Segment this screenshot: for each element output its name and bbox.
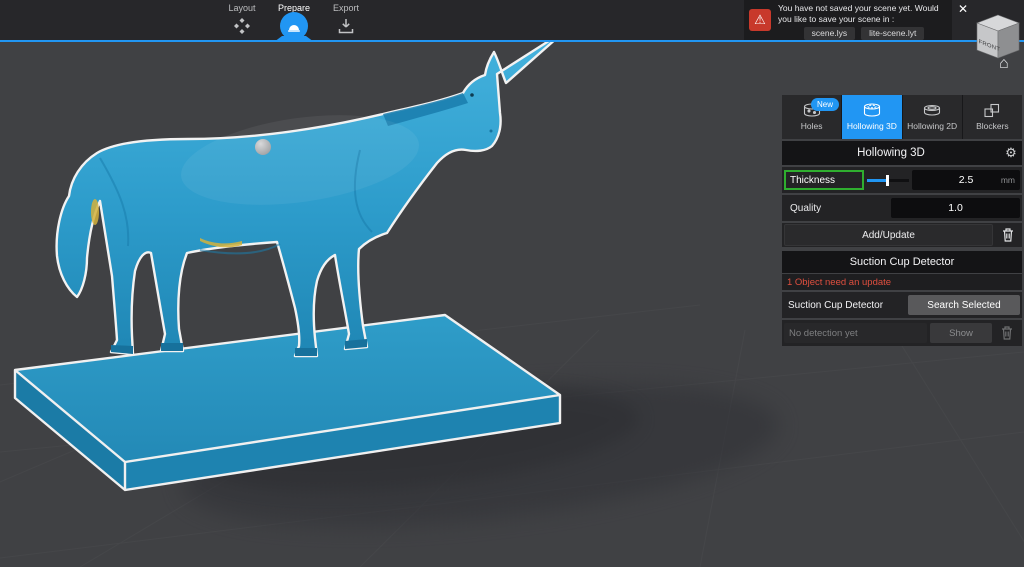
detection-result-row: No detection yet Show: [782, 320, 1022, 346]
tab-hollowing-2d[interactable]: Hollowing 2D: [903, 95, 963, 139]
slider-handle[interactable]: [886, 175, 889, 186]
thickness-row: Thickness 2.5 mm: [782, 167, 1022, 193]
detector-label: Suction Cup Detector: [784, 300, 905, 311]
tab-blockers[interactable]: Blockers: [963, 95, 1022, 139]
quality-value: 1.0: [948, 202, 963, 214]
thickness-slider[interactable]: [867, 170, 909, 190]
accent-line: [0, 40, 1024, 42]
unsaved-scene-notification: ⚠ You have not saved your scene yet. Wou…: [744, 0, 952, 40]
tab-hollowing-2d-label: Hollowing 2D: [907, 121, 957, 131]
close-icon[interactable]: ✕: [955, 1, 971, 17]
warning-icon: ⚠: [749, 9, 771, 31]
tab-layout[interactable]: Layout: [216, 0, 268, 40]
view-cube[interactable]: FRONT: [975, 11, 1021, 66]
panel-header: Hollowing 3D ⚙: [782, 141, 1022, 165]
no-detection-field: No detection yet: [784, 323, 927, 343]
top-tabs: Layout Prepare Export: [216, 0, 372, 40]
quality-row: Quality 1.0: [782, 195, 1022, 221]
thickness-input[interactable]: 2.5 mm: [912, 170, 1020, 190]
tab-export[interactable]: Export: [320, 0, 372, 40]
quality-label: Quality: [784, 198, 888, 218]
tab-export-label: Export: [320, 3, 372, 13]
add-update-row: Add/Update: [782, 223, 1022, 247]
thickness-unit: mm: [1001, 175, 1015, 185]
tab-holes-label: Holes: [801, 121, 823, 131]
search-selected-button[interactable]: Search Selected: [908, 295, 1020, 315]
update-warning: 1 Object need an update: [782, 274, 1022, 290]
tab-layout-label: Layout: [216, 3, 268, 13]
hollowing-2d-icon: [922, 103, 942, 118]
thickness-label: Thickness: [784, 170, 864, 190]
tab-blockers-label: Blockers: [976, 121, 1009, 131]
trash-icon[interactable]: [996, 225, 1020, 245]
new-badge: New: [811, 98, 839, 111]
export-icon: [320, 17, 372, 35]
add-update-button[interactable]: Add/Update: [784, 224, 993, 246]
gear-icon[interactable]: ⚙: [1000, 145, 1022, 161]
trash-icon-disabled[interactable]: [995, 323, 1019, 343]
hollowing-3d-icon: [862, 103, 882, 118]
app-window: Layout Prepare Export: [0, 0, 1024, 567]
notification-line2: you like to save your scene in :: [778, 14, 950, 25]
layout-icon: [216, 17, 268, 35]
hollowing-panel: New Holes Hollowing 3D: [782, 95, 1022, 346]
unicorn-nostril: [490, 130, 493, 133]
thickness-value: 2.5: [959, 174, 974, 186]
show-button[interactable]: Show: [930, 323, 992, 343]
suction-cup-header: Suction Cup Detector: [782, 251, 1022, 273]
tab-prepare[interactable]: Prepare: [268, 0, 320, 40]
quality-input[interactable]: 1.0: [891, 198, 1020, 218]
notification-line1: You have not saved your scene yet. Would: [778, 3, 950, 14]
prepare-icon: [280, 12, 308, 40]
unicorn-model[interactable]: [57, 30, 566, 356]
blockers-icon: [983, 103, 1001, 118]
unicorn-eye: [470, 93, 474, 97]
panel-title: Hollowing 3D: [782, 147, 1000, 159]
save-scene-lys-button[interactable]: scene.lys: [804, 27, 855, 40]
marker-sphere[interactable]: [255, 139, 271, 155]
save-lite-scene-lyt-button[interactable]: lite-scene.lyt: [861, 27, 924, 40]
detector-row: Suction Cup Detector Search Selected: [782, 292, 1022, 318]
tab-hollowing-3d[interactable]: Hollowing 3D: [842, 95, 902, 139]
home-icon[interactable]: ⌂: [999, 55, 1009, 73]
tab-hollowing-3d-label: Hollowing 3D: [847, 121, 897, 131]
